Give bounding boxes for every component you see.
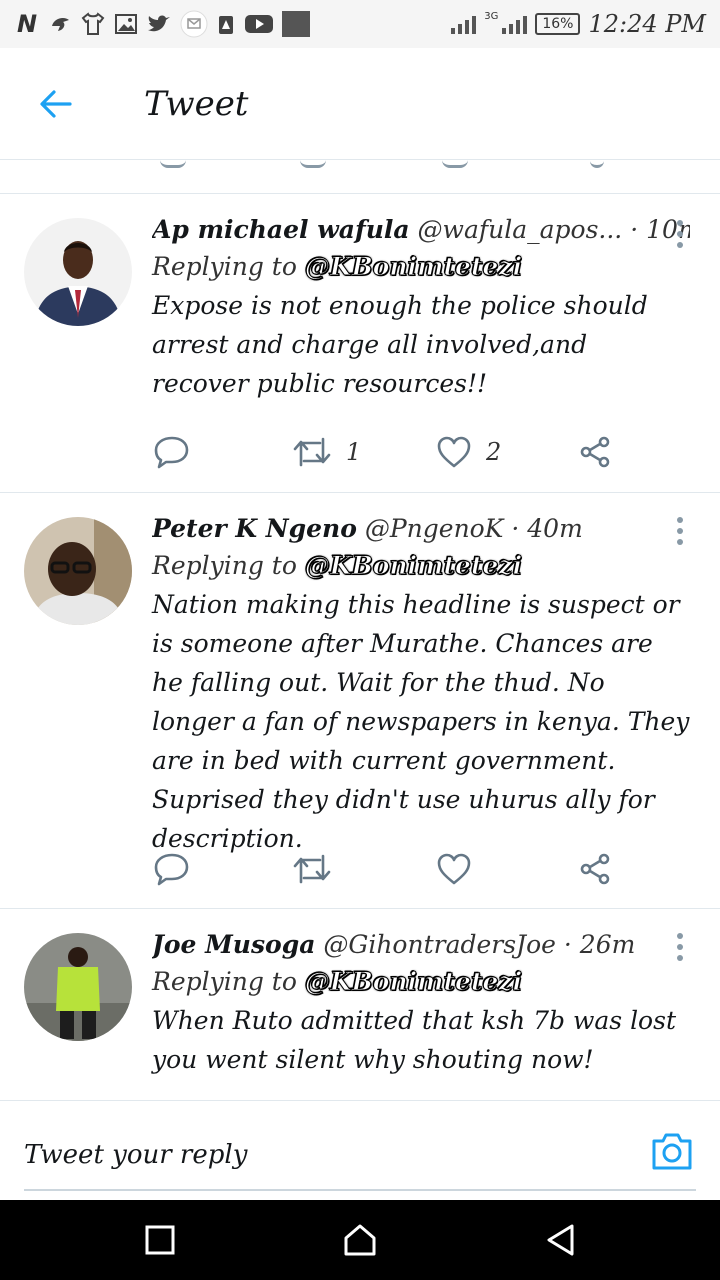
signal-icon (451, 14, 477, 34)
back-nav-button[interactable] (540, 1220, 580, 1260)
replying-to: Replying to @KBonimtetezi (152, 547, 690, 585)
author-handle[interactable]: @wafula_apos... (418, 215, 623, 244)
camera-button[interactable] (650, 1131, 694, 1173)
bird-icon (48, 11, 72, 37)
more-options-icon[interactable] (676, 220, 684, 248)
app-header: Tweet (0, 48, 720, 160)
like-icon[interactable] (442, 160, 468, 168)
status-bar: N 3G 16% 12:24 PM (0, 0, 720, 48)
share-button[interactable] (578, 432, 612, 472)
retweet-icon[interactable] (300, 160, 326, 168)
tweet-header: Joe Musoga @GihontradersJoe · 26m (152, 927, 690, 963)
replying-label: Replying to (152, 551, 297, 580)
square-icon (145, 1225, 175, 1255)
previous-tweet-actions (0, 160, 720, 194)
retweet-icon (293, 437, 331, 467)
tweet-time: 40m (527, 514, 583, 543)
retweet-button[interactable] (292, 849, 346, 889)
system-nav-bar (0, 1200, 720, 1280)
share-icon (580, 436, 610, 468)
mention-link[interactable]: @KBonimtetezi (304, 252, 522, 282)
signal-icon-2 (502, 14, 528, 34)
more-options-icon[interactable] (676, 933, 684, 961)
home-button[interactable] (340, 1220, 380, 1260)
avatar[interactable] (24, 517, 132, 625)
share-icon (580, 853, 610, 885)
tweet-actions: 1 2 (152, 432, 622, 472)
author-name[interactable]: Ap michael wafula (152, 215, 410, 244)
reply-icon (154, 853, 189, 886)
replying-label: Replying to (152, 252, 297, 281)
mention-link[interactable]: @KBonimtetezi (304, 967, 522, 997)
avatar[interactable] (24, 933, 132, 1041)
more-options-icon[interactable] (676, 517, 684, 545)
camera-icon (652, 1133, 692, 1170)
avatar[interactable] (24, 218, 132, 326)
triangle-back-icon (547, 1224, 574, 1256)
reply-button[interactable] (152, 849, 192, 889)
page-title: Tweet (144, 84, 249, 124)
like-button[interactable]: 2 (436, 432, 501, 472)
replying-to: Replying to @KBonimtetezi (152, 248, 690, 286)
author-handle[interactable]: @GihontradersJoe (323, 930, 556, 959)
notification-icons: N (14, 10, 310, 38)
retweet-count: 1 (346, 438, 362, 466)
tweet-text: Expose is not enough the police should a… (152, 291, 648, 398)
tweet-text: Nation making this headline is suspect o… (152, 590, 690, 853)
tweet-text: When Ruto admitted that ksh 7b was lost … (152, 1006, 676, 1074)
twitter-icon (146, 11, 172, 37)
share-button[interactable] (578, 849, 612, 889)
separator-dot: · (563, 930, 572, 959)
n-app-icon: N (16, 10, 38, 38)
reply-tweet[interactable]: Ap michael wafula @wafula_apos... · 10m … (0, 194, 720, 493)
shirt-icon (80, 11, 106, 37)
replying-label: Replying to (152, 967, 297, 996)
mention-link[interactable]: @KBonimtetezi (304, 551, 522, 581)
clock: 12:24 PM (588, 10, 706, 38)
heart-icon (437, 853, 471, 885)
home-icon (344, 1224, 376, 1256)
share-icon[interactable] (590, 160, 604, 168)
recents-button[interactable] (140, 1220, 180, 1260)
tweet-time: 26m (579, 930, 636, 959)
youtube-icon (244, 11, 274, 37)
reply-tweet[interactable]: Joe Musoga @GihontradersJoe · 26m Replyi… (0, 909, 720, 1100)
tweet-header: Peter K Ngeno @PngenoK · 40m (152, 511, 690, 547)
retweet-icon (293, 854, 331, 884)
like-count: 2 (486, 438, 502, 466)
back-arrow-icon (40, 90, 72, 118)
separator-dot: · (511, 514, 520, 543)
back-button[interactable] (36, 86, 76, 122)
reply-button[interactable] (152, 432, 192, 472)
tweet-header: Ap michael wafula @wafula_apos... · 10m (152, 212, 690, 248)
status-indicators: 3G 16% 12:24 PM (451, 8, 706, 40)
retweet-button[interactable]: 1 (292, 432, 361, 472)
reply-tweet[interactable]: Peter K Ngeno @PngenoK · 40m Replying to… (0, 493, 720, 909)
like-button[interactable] (436, 849, 486, 889)
tweet-actions (152, 849, 622, 889)
author-name[interactable]: Joe Musoga (152, 930, 315, 959)
reply-composer (0, 1100, 720, 1200)
email-icon (180, 10, 208, 38)
warning-icon (216, 11, 236, 37)
reply-icon[interactable] (160, 160, 186, 168)
network-label: 3G (484, 10, 499, 22)
image-icon (114, 11, 138, 37)
reply-icon (154, 436, 189, 469)
battery-indicator: 16% (535, 13, 581, 35)
reply-input[interactable] (24, 1121, 696, 1191)
author-handle[interactable]: @PngenoK (365, 514, 504, 543)
app-icon (282, 11, 310, 37)
separator-dot: · (630, 215, 639, 244)
author-name[interactable]: Peter K Ngeno (152, 514, 357, 543)
replying-to: Replying to @KBonimtetezi (152, 963, 690, 1001)
heart-icon (437, 436, 471, 468)
